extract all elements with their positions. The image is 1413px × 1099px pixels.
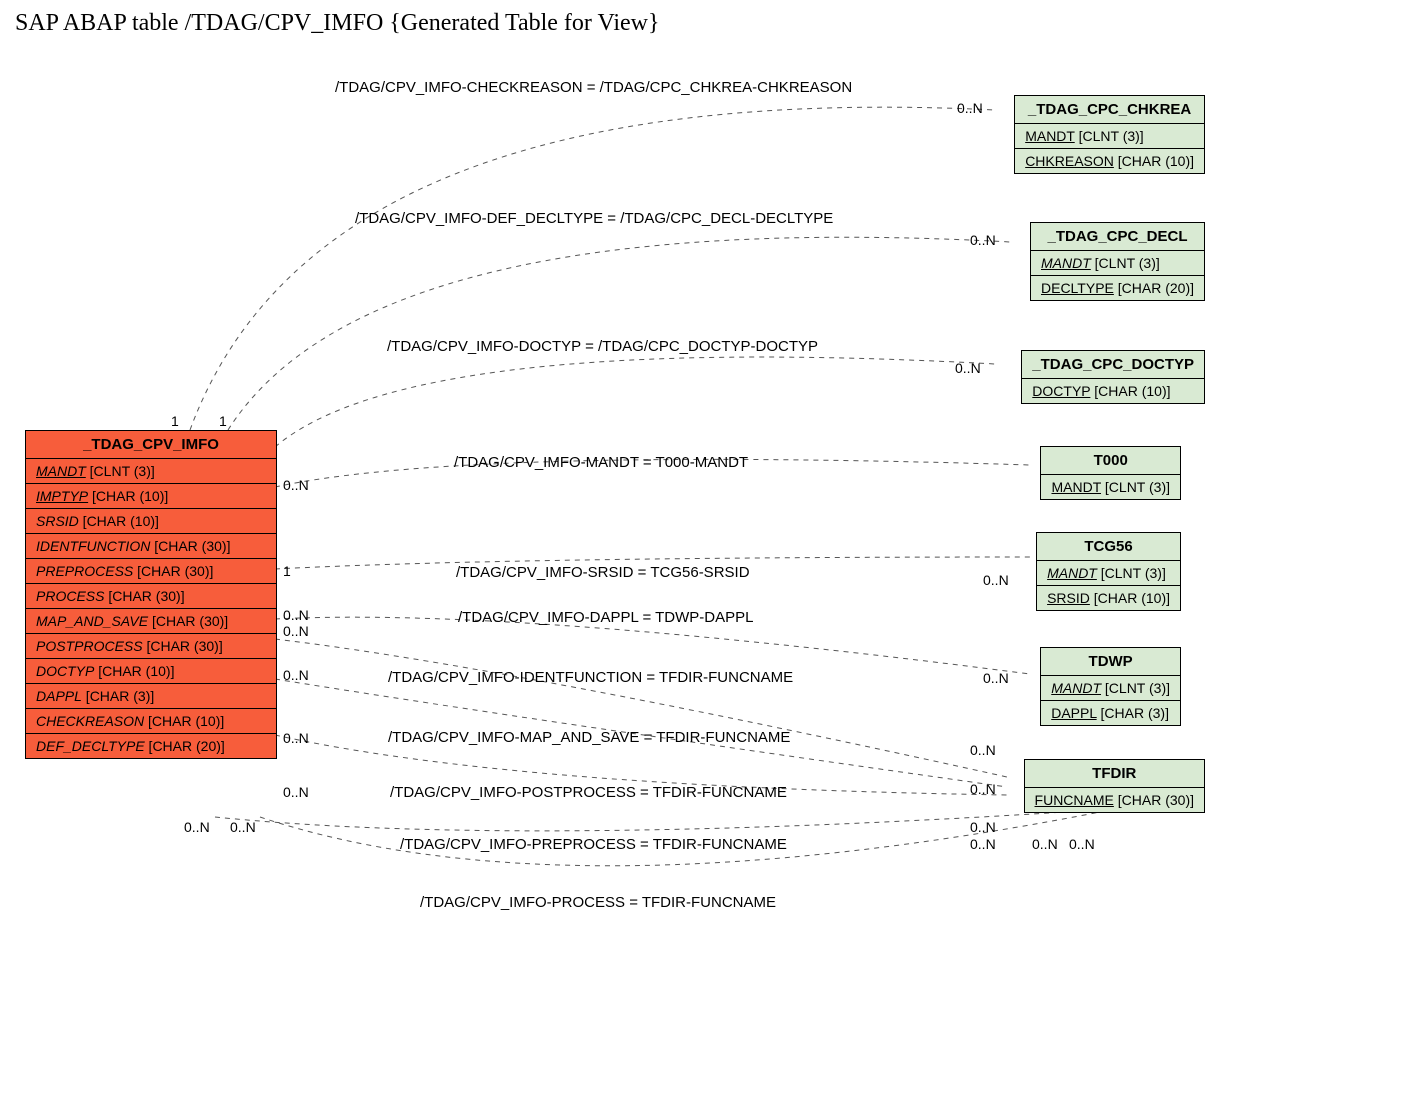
entity-row: MANDT [CLNT (3)] [1037, 561, 1180, 586]
card-l4: 1 [283, 563, 291, 579]
entity-row: DEF_DECLTYPE [CHAR (20)] [26, 734, 276, 758]
page-title: SAP ABAP table /TDAG/CPV_IMFO {Generated… [15, 10, 1403, 37]
card-l7: 0..N [283, 730, 309, 746]
rel-5: /TDAG/CPV_IMFO-DAPPL = TDWP-DAPPL [458, 609, 753, 626]
entity-chkrea: _TDAG_CPC_CHKREA MANDT [CLNT (3)]CHKREAS… [1014, 95, 1205, 174]
card-r5: 0..N [983, 670, 1009, 686]
card-l8: 0..N [283, 784, 309, 800]
card-l3: 0..N [283, 477, 309, 493]
entity-row: IMPTYP [CHAR (10)] [26, 484, 276, 509]
rel-0: /TDAG/CPV_IMFO-CHECKREASON = /TDAG/CPC_C… [335, 79, 852, 96]
entity-row: DOCTYP [CHAR (10)] [1022, 379, 1204, 403]
card-r7: 0..N [970, 781, 996, 797]
entity-row: DOCTYP [CHAR (10)] [26, 659, 276, 684]
card-l9: 0..N [184, 819, 210, 835]
entity-row: FUNCNAME [CHAR (30)] [1025, 788, 1204, 812]
card-r9b: 0..N [1032, 836, 1058, 852]
entity-row: MANDT [CLNT (3)] [26, 459, 276, 484]
entity-main-title: _TDAG_CPV_IMFO [26, 431, 276, 459]
card-r1: 0..N [970, 232, 996, 248]
card-l10: 0..N [230, 819, 256, 835]
entity-doctyp: _TDAG_CPC_DOCTYP DOCTYP [CHAR (10)] [1021, 350, 1205, 404]
card-r6: 0..N [970, 742, 996, 758]
entity-row: DAPPL [CHAR (3)] [1041, 701, 1180, 725]
entity-row: CHKREASON [CHAR (10)] [1015, 149, 1204, 173]
entity-tdwp: TDWP MANDT [CLNT (3)]DAPPL [CHAR (3)] [1040, 647, 1181, 726]
card-r2: 0..N [955, 360, 981, 376]
entity-row: MANDT [CLNT (3)] [1031, 251, 1204, 276]
card-r10: 0..N [1069, 836, 1095, 852]
entity-row: PREPROCESS [CHAR (30)] [26, 559, 276, 584]
entity-row: SRSID [CHAR (10)] [1037, 586, 1180, 610]
rel-1: /TDAG/CPV_IMFO-DEF_DECLTYPE = /TDAG/CPC_… [355, 210, 833, 227]
rel-3: /TDAG/CPV_IMFO-MANDT = T000-MANDT [454, 454, 748, 471]
entity-tcg56: TCG56 MANDT [CLNT (3)]SRSID [CHAR (10)] [1036, 532, 1181, 611]
entity-row: CHECKREASON [CHAR (10)] [26, 709, 276, 734]
rel-4: /TDAG/CPV_IMFO-SRSID = TCG56-SRSID [456, 564, 750, 581]
entity-tfdir: TFDIR FUNCNAME [CHAR (30)] [1024, 759, 1205, 813]
entity-row: MANDT [CLNT (3)] [1041, 676, 1180, 701]
rel-2: /TDAG/CPV_IMFO-DOCTYP = /TDAG/CPC_DOCTYP… [387, 338, 818, 355]
entity-row: MANDT [CLNT (3)] [1015, 124, 1204, 149]
card-l5: 0..N [283, 607, 309, 623]
entity-row: MAP_AND_SAVE [CHAR (30)] [26, 609, 276, 634]
card-l1: 1 [219, 413, 227, 429]
rel-8: /TDAG/CPV_IMFO-POSTPROCESS = TFDIR-FUNCN… [390, 784, 787, 801]
rel-10: /TDAG/CPV_IMFO-PROCESS = TFDIR-FUNCNAME [420, 894, 776, 911]
card-r0: 0..N [957, 100, 983, 116]
rel-9: /TDAG/CPV_IMFO-PREPROCESS = TFDIR-FUNCNA… [400, 836, 787, 853]
card-r9: 0..N [970, 836, 996, 852]
rel-6: /TDAG/CPV_IMFO-IDENTFUNCTION = TFDIR-FUN… [388, 669, 793, 686]
card-r4: 0..N [983, 572, 1009, 588]
entity-t000: T000 MANDT [CLNT (3)] [1040, 446, 1181, 500]
entity-main: _TDAG_CPV_IMFO MANDT [CLNT (3)]IMPTYP [C… [25, 430, 277, 759]
entity-row: SRSID [CHAR (10)] [26, 509, 276, 534]
entity-row: IDENTFUNCTION [CHAR (30)] [26, 534, 276, 559]
rel-7: /TDAG/CPV_IMFO-MAP_AND_SAVE = TFDIR-FUNC… [388, 729, 790, 746]
er-diagram: _TDAG_CPV_IMFO MANDT [CLNT (3)]IMPTYP [C… [10, 47, 1403, 1097]
card-l6: 0..N [283, 667, 309, 683]
card-r8b: 0..N [970, 819, 996, 835]
entity-row: POSTPROCESS [CHAR (30)] [26, 634, 276, 659]
entity-row: MANDT [CLNT (3)] [1041, 475, 1180, 499]
card-l5b: 0..N [283, 623, 309, 639]
entity-row: DECLTYPE [CHAR (20)] [1031, 276, 1204, 300]
entity-row: DAPPL [CHAR (3)] [26, 684, 276, 709]
card-l0: 1 [171, 413, 179, 429]
entity-row: PROCESS [CHAR (30)] [26, 584, 276, 609]
entity-decl: _TDAG_CPC_DECL MANDT [CLNT (3)]DECLTYPE … [1030, 222, 1205, 301]
